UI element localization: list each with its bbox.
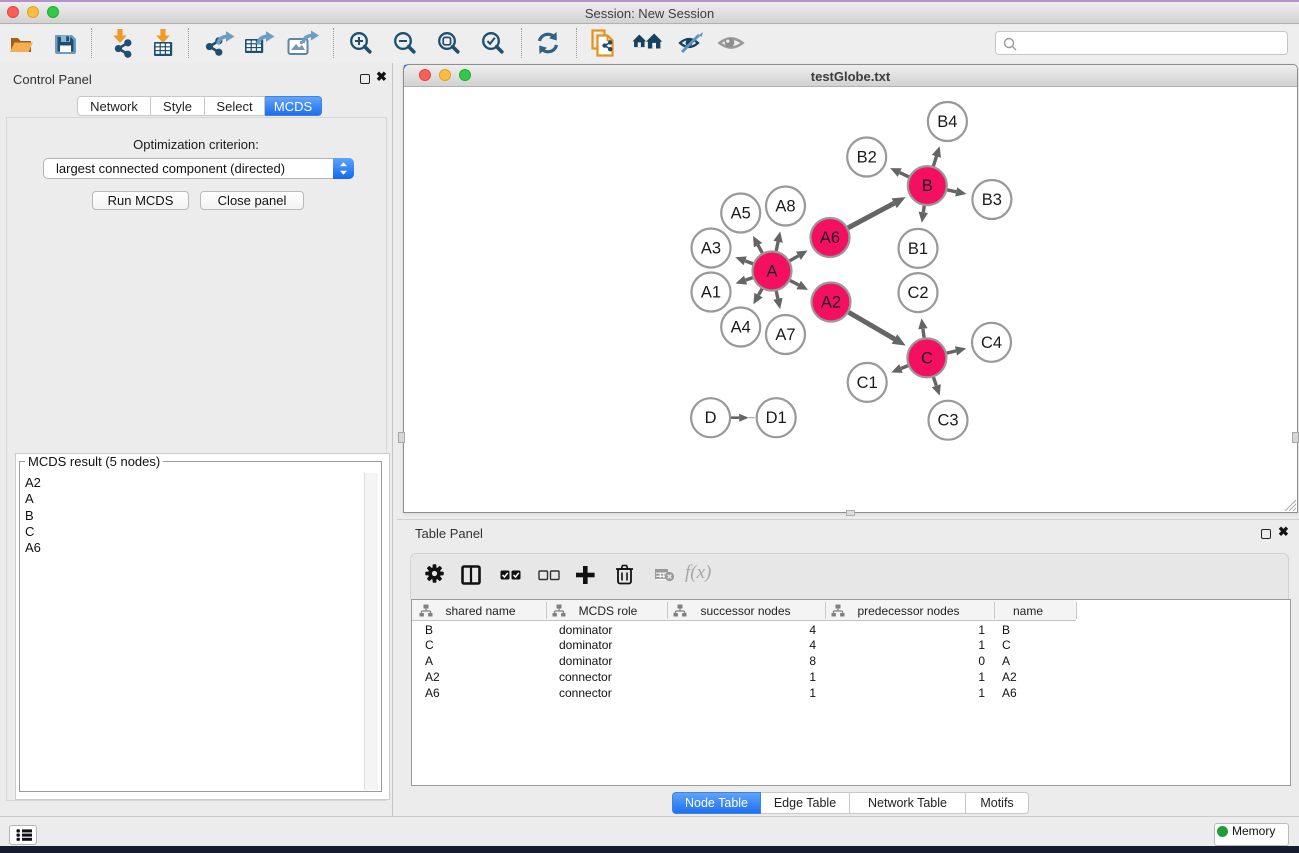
svg-text:A7: A7 bbox=[775, 326, 795, 344]
svg-text:A6: A6 bbox=[820, 229, 840, 247]
svg-text:C4: C4 bbox=[981, 334, 1002, 352]
svg-text:A5: A5 bbox=[731, 205, 751, 223]
svg-text:B1: B1 bbox=[908, 240, 928, 258]
svg-text:C2: C2 bbox=[907, 284, 928, 302]
svg-text:C3: C3 bbox=[937, 412, 958, 430]
svg-text:D1: D1 bbox=[766, 409, 787, 427]
svg-text:A3: A3 bbox=[701, 240, 721, 258]
svg-text:A: A bbox=[766, 263, 777, 281]
svg-text:B4: B4 bbox=[937, 113, 957, 131]
svg-text:A2: A2 bbox=[821, 294, 841, 312]
svg-text:A1: A1 bbox=[701, 284, 721, 302]
svg-text:C1: C1 bbox=[857, 374, 878, 392]
svg-text:B: B bbox=[922, 177, 933, 195]
svg-text:B3: B3 bbox=[982, 191, 1002, 209]
svg-text:D: D bbox=[705, 409, 717, 427]
svg-text:B2: B2 bbox=[857, 149, 877, 167]
svg-text:A4: A4 bbox=[731, 319, 751, 337]
svg-text:A8: A8 bbox=[775, 198, 795, 216]
svg-text:C: C bbox=[921, 349, 933, 367]
